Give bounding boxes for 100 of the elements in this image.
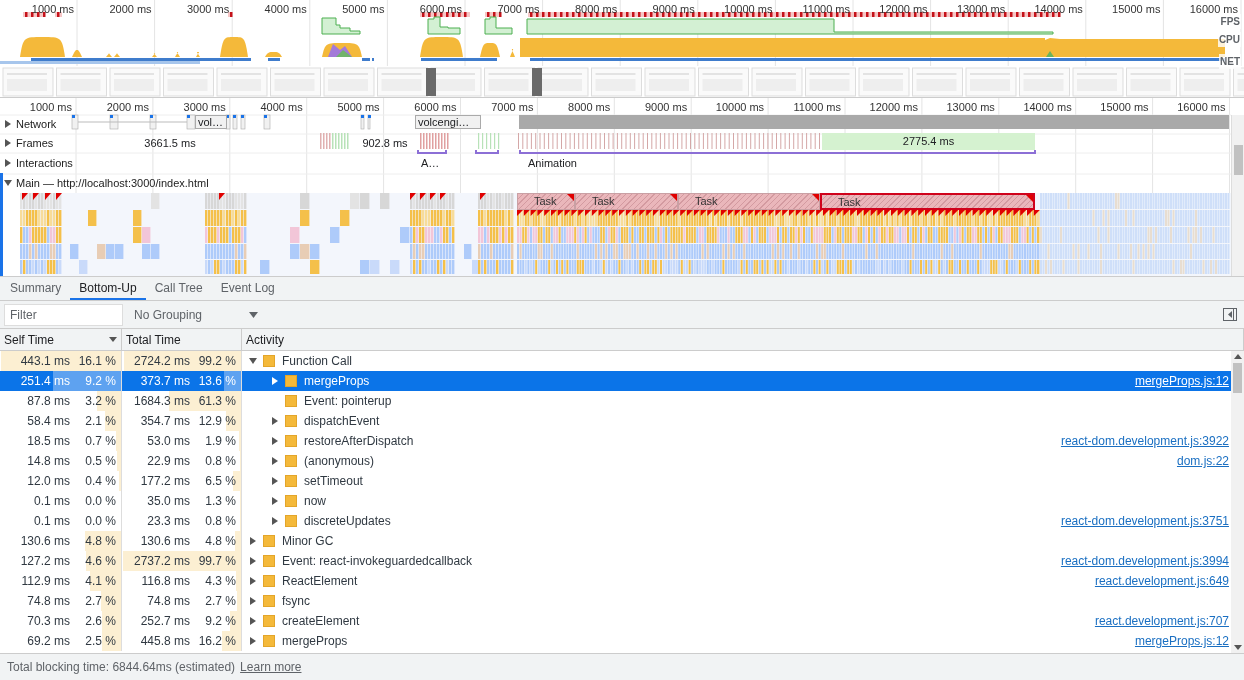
collapse-arrow-icon[interactable] <box>249 357 257 365</box>
interaction-label: A… <box>421 156 440 171</box>
time-value: 116.8 ms <box>141 573 190 590</box>
grouping-dropdown[interactable]: No Grouping <box>131 303 261 326</box>
expand-arrow-icon[interactable] <box>271 497 279 505</box>
percent-value: 2.1 % <box>84 413 116 430</box>
time-label: 5000 ms <box>336 100 380 115</box>
time-value: 445.8 ms <box>140 633 190 650</box>
learn-more-link[interactable]: Learn more <box>240 658 302 676</box>
frame-duration-label: 3661.5 ms <box>143 136 197 151</box>
scripting-category-icon <box>263 615 275 627</box>
expand-arrow-icon[interactable] <box>4 139 12 148</box>
percent-value: 6.5 % <box>204 473 236 490</box>
column-header[interactable]: Total Time <box>126 330 181 349</box>
time-label: 12000 ms <box>868 100 918 115</box>
task-bar: Task <box>575 193 678 210</box>
scripting-category-icon <box>285 435 297 447</box>
source-link[interactable]: react.development.js:707 <box>1094 612 1229 630</box>
column-header[interactable]: Self Time <box>4 330 54 349</box>
track-toggle[interactable]: Main — http://localhost:3000/index.html <box>4 175 209 192</box>
time-value: 35.0 ms <box>147 493 190 510</box>
time-label: 9000 ms <box>651 2 695 17</box>
time-label: 13000 ms <box>945 100 995 115</box>
percent-value: 1.3 % <box>204 493 236 510</box>
percent-value: 9.2 % <box>204 613 236 630</box>
time-value: 354.7 ms <box>140 413 190 430</box>
time-value: 18.5 ms <box>27 433 70 450</box>
activity-name: Minor GC <box>282 533 334 550</box>
time-label: 11000 ms <box>792 100 841 115</box>
time-label: 8000 ms <box>567 100 611 115</box>
time-value: 2737.2 ms <box>133 553 190 570</box>
time-label: 15000 ms <box>1111 2 1161 17</box>
percent-value: 12.9 % <box>197 413 236 430</box>
column-header[interactable]: Activity <box>246 330 284 349</box>
percent-value: 3.2 % <box>84 393 116 410</box>
source-link[interactable]: mergeProps.js:12 <box>1134 372 1229 390</box>
track-toggle[interactable]: Network <box>4 116 57 133</box>
tab[interactable]: Call Tree <box>145 277 212 300</box>
expand-arrow-icon[interactable] <box>271 377 279 385</box>
frame-bar: 2775.4 ms <box>822 133 1035 150</box>
activity-name: dispatchEvent <box>304 413 380 430</box>
expand-arrow-icon[interactable] <box>249 617 257 625</box>
scroll-up-icon[interactable] <box>1233 354 1242 359</box>
percent-value: 0.7 % <box>84 433 116 450</box>
expand-arrow-icon[interactable] <box>271 477 279 485</box>
expand-arrow-icon[interactable] <box>249 577 257 585</box>
table-row[interactable]: 251.4 ms 9.2 % 373.7 ms 13.6 % mergeProps mergeProps.js:12 <box>0 371 1231 391</box>
percent-value: 4.6 % <box>84 553 116 570</box>
percent-value: 61.3 % <box>197 393 236 410</box>
track-toggle[interactable]: Interactions <box>4 155 73 172</box>
activity-name: Function Call <box>282 353 353 370</box>
expand-arrow-icon[interactable] <box>249 537 257 545</box>
lane-label: CPU <box>1217 32 1241 47</box>
time-value: 373.7 ms <box>140 373 190 390</box>
percent-value: 0.0 % <box>84 513 116 530</box>
tab[interactable]: Event Log <box>211 277 284 300</box>
time-label: 8000 ms <box>574 2 618 17</box>
source-link[interactable]: react.development.js:649 <box>1094 572 1229 590</box>
percent-value: 4.3 % <box>204 573 236 590</box>
source-link[interactable]: dom.js:22 <box>1176 452 1229 470</box>
time-value: 74.8 ms <box>27 593 70 610</box>
scripting-category-icon <box>285 395 297 407</box>
expand-arrow-icon[interactable] <box>249 637 257 645</box>
time-label: 4000 ms <box>263 2 307 17</box>
expand-arrow-icon[interactable] <box>4 159 12 168</box>
time-value: 87.8 ms <box>27 393 70 410</box>
expand-arrow-icon[interactable] <box>271 457 279 465</box>
activity-name: now <box>304 493 326 510</box>
network-request-bar: vol… <box>195 115 227 129</box>
scripting-category-icon <box>263 535 275 547</box>
source-link[interactable]: react-dom.development.js:3922 <box>1060 432 1229 450</box>
time-label: 13000 ms <box>955 2 1006 17</box>
tab[interactable]: Summary <box>1 277 71 300</box>
scrollbar-thumb[interactable] <box>1234 145 1243 175</box>
source-link[interactable]: mergeProps.js:12 <box>1134 632 1229 650</box>
filter-field[interactable]: Filter <box>4 303 123 326</box>
expand-arrow-icon[interactable] <box>271 517 279 525</box>
activity-name: mergeProps <box>304 373 370 390</box>
activity-name: restoreAfterDispatch <box>304 433 414 450</box>
time-label: 7000 ms <box>490 100 534 115</box>
source-link[interactable]: react-dom.development.js:3751 <box>1060 512 1229 530</box>
source-link[interactable]: react-dom.development.js:3994 <box>1060 552 1229 570</box>
expand-arrow-icon[interactable] <box>271 437 279 445</box>
activity-name: createElement <box>282 613 360 630</box>
time-value: 1684.3 ms <box>133 393 190 410</box>
time-label: 16000 ms <box>1188 2 1238 17</box>
scripting-category-icon <box>263 595 275 607</box>
track-toggle[interactable]: Frames <box>4 135 54 152</box>
expand-arrow-icon[interactable] <box>249 557 257 565</box>
expand-arrow-icon[interactable] <box>271 417 279 425</box>
time-value: 0.1 ms <box>34 493 70 510</box>
scripting-category-icon <box>285 455 297 467</box>
expand-arrow-icon[interactable] <box>249 597 257 605</box>
time-value: 22.9 ms <box>147 453 190 470</box>
collapse-arrow-icon[interactable] <box>4 179 12 188</box>
percent-value: 99.2 % <box>197 353 236 370</box>
scrollbar-thumb[interactable] <box>1233 363 1242 393</box>
scroll-down-icon[interactable] <box>1233 645 1242 650</box>
sidebar-toggle-icon[interactable] <box>1223 308 1237 321</box>
expand-arrow-icon[interactable] <box>4 120 12 129</box>
